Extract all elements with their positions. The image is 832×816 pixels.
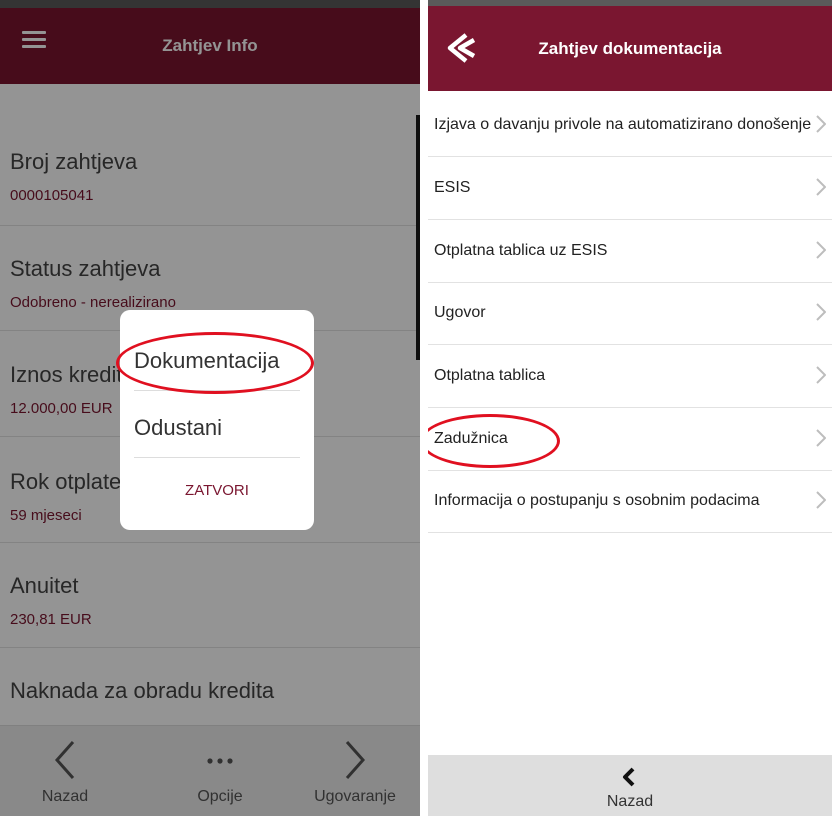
zahtjev-dokumentacija-screen: Zahtjev dokumentacija Izjava o davanju p… — [428, 0, 832, 816]
document-label: Izjava o davanju privole na automatizira… — [434, 116, 816, 133]
document-item[interactable]: Zadužnica — [428, 408, 832, 471]
header-bar: Zahtjev dokumentacija — [428, 6, 832, 91]
chevron-right-icon — [816, 491, 826, 509]
panel-divider — [420, 0, 428, 816]
document-item[interactable]: Informacija o postupanju s osobnim podac… — [428, 470, 832, 533]
document-label: Otplatna tablica — [434, 367, 546, 384]
odustani-option[interactable]: Odustani — [134, 415, 300, 441]
document-label: Otplatna tablica uz ESIS — [434, 242, 608, 259]
nazad-label: Nazad — [606, 793, 654, 810]
dialog-divider — [134, 390, 300, 391]
document-item[interactable]: Otplatna tablica uz ESIS — [428, 220, 832, 283]
document-label: Zadužnica — [434, 430, 508, 447]
document-label: Ugovor — [434, 304, 486, 321]
nazad-button[interactable]: Nazad — [428, 755, 832, 816]
zatvori-button[interactable]: ZATVORI — [120, 482, 314, 499]
page-title: Zahtjev dokumentacija — [538, 38, 722, 58]
chevron-right-icon — [816, 303, 826, 321]
chevron-right-icon — [816, 366, 826, 384]
chevron-right-icon — [816, 241, 826, 259]
zahtjev-info-screen: Zahtjev Info Broj zahtjeva 0000105041 St… — [0, 0, 420, 816]
document-label: ESIS — [434, 179, 471, 196]
document-item[interactable]: Ugovor — [428, 282, 832, 345]
dialog-divider — [134, 457, 300, 458]
chevron-right-icon — [816, 429, 826, 447]
chevron-right-icon — [816, 115, 826, 133]
document-item[interactable]: ESIS — [428, 157, 832, 220]
document-item[interactable]: Izjava o davanju privole na automatizira… — [428, 94, 832, 157]
document-label: Informacija o postupanju s osobnim podac… — [434, 492, 760, 509]
dokumentacija-option[interactable]: Dokumentacija — [134, 348, 300, 374]
document-item[interactable]: Otplatna tablica — [428, 345, 832, 408]
chevron-left-icon — [623, 767, 635, 787]
chevron-right-icon — [816, 178, 826, 196]
options-dialog: Dokumentacija Odustani ZATVORI — [120, 310, 314, 530]
